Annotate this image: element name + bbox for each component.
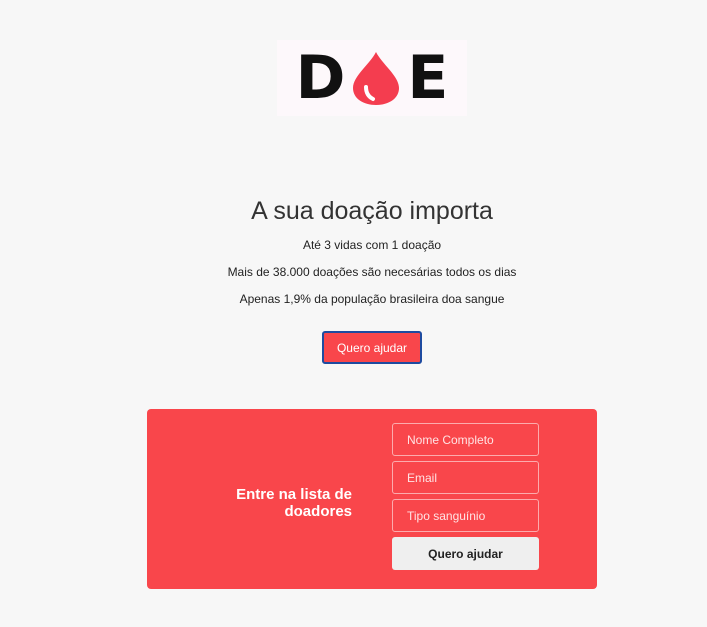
fact-lives: Até 3 vidas com 1 doação (302, 238, 442, 252)
page-title: A sua doação importa (251, 197, 493, 225)
hero-section: A sua doação importa Até 3 vidas com 1 d… (0, 196, 707, 306)
signup-title: Entre na lista de doadores (236, 486, 352, 520)
blood-type-input[interactable] (392, 499, 539, 532)
logo-letter-e: E (407, 43, 449, 113)
signup-submit-button[interactable]: Quero ajudar (392, 537, 539, 570)
email-input[interactable] (392, 461, 539, 494)
blood-drop-icon (353, 52, 400, 105)
help-button[interactable]: Quero ajudar (322, 331, 422, 364)
logo: D E (277, 40, 467, 116)
logo-wordmark: D E (296, 48, 449, 108)
fact-daily-need: Mais de 38.000 doações são necesárias to… (227, 265, 517, 279)
logo-letter-d: D (295, 43, 346, 113)
full-name-input[interactable] (392, 423, 539, 456)
fact-population: Apenas 1,9% da população brasileira doa … (239, 292, 505, 306)
donor-signup-form: Entre na lista de doadores Quero ajudar (147, 409, 597, 589)
